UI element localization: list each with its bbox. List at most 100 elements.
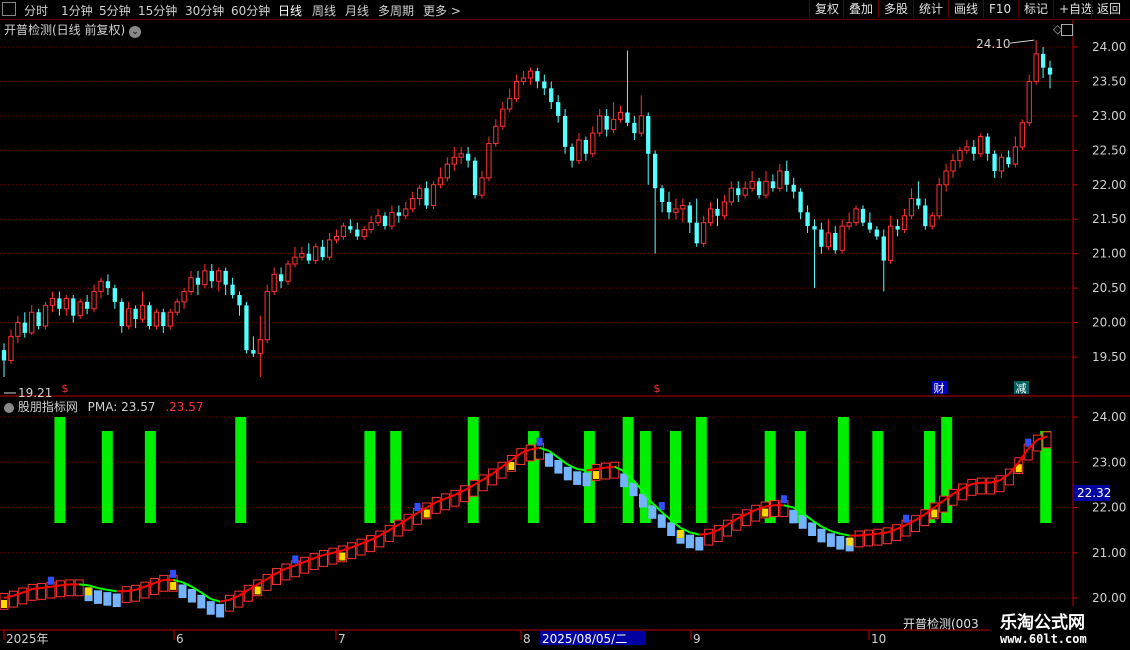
- chevron-down-icon[interactable]: ⌄: [129, 26, 142, 38]
- candle-body-up: [202, 270, 208, 286]
- pma-blue-mark: [47, 576, 54, 585]
- candle-body-down: [632, 122, 637, 134]
- pma-box-down: [648, 505, 657, 519]
- signal-bar: [54, 417, 66, 523]
- kline-chart[interactable]: 24.00 23.50 23.00 22.50 22.00 21.50 21.00 20.50…: [0, 0, 1130, 650]
- candle-body-down: [625, 112, 630, 123]
- candle-body-up: [257, 339, 263, 355]
- candle-body-down: [306, 253, 311, 261]
- signal-bar: [390, 431, 402, 523]
- pma-yellow-mark: [254, 586, 261, 595]
- pma-box-up: [309, 553, 319, 570]
- candle-body-up: [707, 208, 714, 224]
- pma-line-segment: [877, 531, 888, 535]
- candle-body-down: [396, 212, 401, 216]
- candle-body-down: [195, 277, 201, 285]
- candle-body-down: [424, 188, 429, 206]
- candle-body-up: [936, 184, 942, 217]
- candle-body-down: [119, 301, 124, 326]
- pma-box-down: [206, 601, 215, 615]
- candle-body-down: [694, 222, 699, 244]
- dividend-marker: $: [654, 382, 661, 395]
- candle-body-up: [126, 308, 132, 327]
- candle-body-up: [742, 187, 748, 196]
- time-tick-label: 9: [693, 632, 701, 646]
- candle-body-down: [71, 298, 76, 316]
- pma-line-segment: [126, 588, 136, 593]
- pma-yellow-mark: [677, 529, 684, 538]
- indicator-settings-icon[interactable]: [4, 402, 14, 413]
- candle-body-down: [798, 191, 803, 213]
- candle-body-down: [805, 212, 810, 227]
- candle-body-up: [403, 208, 409, 217]
- pma-box-down: [554, 459, 563, 474]
- window-toggle-icon[interactable]: [1061, 24, 1073, 36]
- candle-body-up: [216, 270, 222, 282]
- pma-box-down: [573, 471, 582, 485]
- candle-body-down: [715, 208, 720, 216]
- candle-body-up: [998, 156, 1005, 172]
- candle-body-up: [673, 208, 679, 213]
- candle-body-up: [181, 291, 187, 303]
- pma-line-segment: [858, 533, 869, 537]
- candle-body-down: [1006, 157, 1011, 165]
- pma-box-down: [216, 603, 225, 618]
- pma-box-up: [967, 478, 977, 496]
- pma-yellow-mark: [846, 537, 853, 546]
- pma-box-down: [826, 533, 835, 547]
- signal-bar: [695, 417, 707, 523]
- candle-body-up: [513, 80, 520, 100]
- pma-line-segment: [577, 468, 587, 472]
- price-tick-label: 19.50: [1092, 350, 1126, 364]
- candle-body-up: [167, 311, 173, 327]
- pma-blue-mark: [780, 495, 787, 504]
- candle-body-down: [653, 153, 658, 189]
- indicator-pma-value: 23.57: [121, 400, 156, 414]
- candle-body-down: [320, 246, 325, 258]
- pma-box-down: [620, 473, 629, 488]
- pma-box-up: [281, 563, 291, 581]
- pma-yellow-mark: [592, 471, 599, 480]
- candle-body-down: [992, 153, 997, 171]
- signal-bar: [101, 431, 113, 523]
- signal-bar: [467, 417, 479, 523]
- candle-body-up: [15, 322, 21, 337]
- candle-body-down: [666, 202, 672, 213]
- candle-body-down: [542, 81, 547, 89]
- candle-body-down: [278, 274, 284, 282]
- pma-box-up: [751, 504, 761, 522]
- pma-line-segment: [971, 481, 982, 485]
- pma-yellow-mark: [931, 509, 938, 518]
- pma-line-segment: [97, 587, 108, 591]
- candle-body-up: [139, 304, 146, 320]
- candle-body-up: [451, 156, 457, 165]
- pma-box-up: [854, 530, 864, 548]
- signal-bar: [364, 431, 376, 523]
- price-tick-label: 22.50: [1092, 143, 1126, 157]
- candle-body-down: [230, 284, 235, 295]
- candle-body-up: [763, 180, 769, 196]
- pma-box-down: [563, 466, 572, 481]
- candle-body-up: [486, 142, 492, 179]
- candle-body-down: [1040, 53, 1046, 68]
- indicator-pma-value2: 23.57: [169, 400, 204, 414]
- candle-body-up: [527, 70, 534, 79]
- pma-box-down: [582, 472, 591, 487]
- pma-blue-mark: [414, 502, 421, 511]
- candle-body-down: [465, 153, 471, 161]
- candle-body-down: [147, 305, 152, 326]
- candle-body-down: [646, 115, 651, 154]
- candle-body-up: [430, 184, 437, 206]
- candle-body-up: [63, 297, 69, 310]
- candle-body-down: [1047, 67, 1053, 75]
- watermark-line2: www.60lt.com: [1000, 632, 1087, 646]
- pma-line-segment: [32, 587, 42, 590]
- candle-body-up: [410, 198, 416, 210]
- pma-box-down: [685, 534, 694, 549]
- candle-body-up: [264, 291, 270, 341]
- candle-body-down: [895, 226, 900, 230]
- candle-body-down: [22, 322, 27, 333]
- indicator-tick-label: 22.00: [1092, 501, 1126, 515]
- candle-body-down: [860, 208, 866, 223]
- candle-body-up: [1033, 53, 1039, 82]
